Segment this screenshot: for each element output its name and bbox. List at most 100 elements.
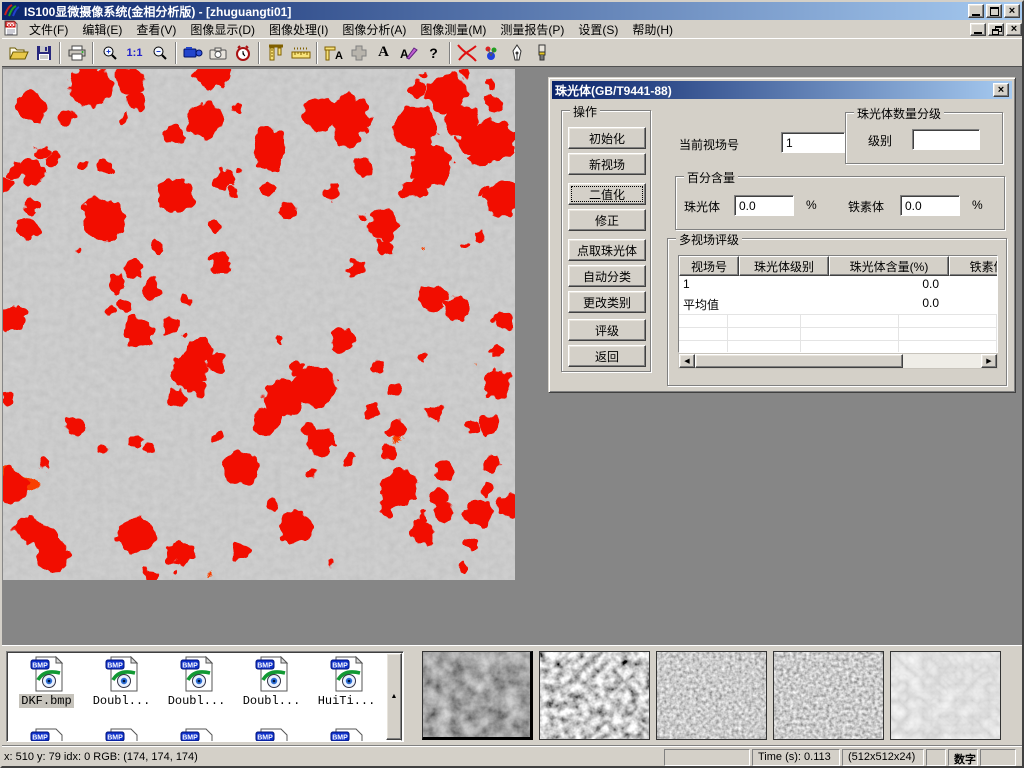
- file-name[interactable]: Doubl...: [241, 694, 303, 708]
- file-name[interactable]: Doubl...: [91, 694, 153, 708]
- help-button[interactable]: ?: [421, 41, 446, 65]
- auto-classify-button[interactable]: 自动分类: [568, 265, 646, 287]
- video-capture-button[interactable]: [180, 41, 205, 65]
- toolbar-separator: [449, 42, 451, 64]
- zoom-out-button[interactable]: [147, 41, 172, 65]
- text-button[interactable]: A: [371, 41, 396, 65]
- menu-settings[interactable]: 设置(S): [571, 19, 625, 40]
- cursor-position-readout: x: 510 y: 79 idx: 0 RGB: (174, 174, 174): [0, 751, 662, 763]
- menu-measure-report[interactable]: 测量报告(P): [493, 19, 571, 40]
- new-field-button[interactable]: 新视场: [568, 153, 646, 175]
- table-row[interactable]: 平均值 0.0: [679, 295, 997, 314]
- scroll-right-button[interactable]: ▶: [981, 354, 997, 368]
- table-empty-row: [679, 327, 997, 340]
- scroll-left-button[interactable]: ◀: [679, 354, 695, 368]
- hscroll-thumb[interactable]: [695, 354, 903, 368]
- maximize-icon: [990, 7, 999, 16]
- document-icon[interactable]: DOC: [4, 20, 18, 39]
- level-input[interactable]: [912, 129, 980, 150]
- menu-image-display[interactable]: 图像显示(D): [183, 19, 262, 40]
- ruler-button[interactable]: [288, 41, 313, 65]
- col-field-no[interactable]: 视场号: [679, 256, 739, 276]
- binarize-button[interactable]: 二值化: [568, 183, 646, 205]
- sample-thumbnail-3[interactable]: [656, 651, 767, 740]
- col-pearlite-content[interactable]: 珠光体含量(%): [829, 256, 949, 276]
- init-button[interactable]: 初始化: [568, 127, 646, 149]
- sample-thumbnail-4[interactable]: [773, 651, 884, 740]
- file-item[interactable]: BMP HuiTi...: [309, 656, 384, 708]
- col-pearlite-level[interactable]: 珠光体级别: [739, 256, 829, 276]
- mdi-restore-button[interactable]: [988, 23, 1004, 36]
- pearlite-percent-input[interactable]: [734, 195, 794, 216]
- menu-file[interactable]: 文件(F): [22, 19, 75, 40]
- annotate-button[interactable]: A: [396, 41, 421, 65]
- print-icon: [68, 45, 86, 61]
- ferrite-percent-input[interactable]: [900, 195, 960, 216]
- return-button[interactable]: 返回: [568, 345, 646, 367]
- file-item[interactable]: BMP: [234, 728, 309, 742]
- grain-curve-button[interactable]: [454, 41, 479, 65]
- camera-capture-button[interactable]: [205, 41, 230, 65]
- menu-image-measure[interactable]: 图像测量(M): [413, 19, 493, 40]
- svg-text:BMP: BMP: [32, 662, 48, 669]
- file-name[interactable]: Doubl...: [166, 694, 228, 708]
- menu-image-analysis[interactable]: 图像分析(A): [335, 19, 413, 40]
- dialog-close-button[interactable]: ×: [993, 83, 1009, 97]
- merge-button[interactable]: [346, 41, 371, 65]
- mdi-window-controls: ×: [968, 23, 1022, 36]
- colored-dots-icon: [483, 45, 501, 61]
- timer-button[interactable]: [230, 41, 255, 65]
- scroll-up-button[interactable]: ▲: [386, 653, 402, 740]
- operations-group-label: 操作: [570, 103, 600, 120]
- svg-text:A: A: [335, 50, 343, 61]
- actual-size-button[interactable]: 1:1: [122, 41, 147, 65]
- file-name[interactable]: HuiTi...: [316, 694, 378, 708]
- file-item[interactable]: BMP: [159, 728, 234, 742]
- dialog-title-bar[interactable]: 珠光体(GB/T9441-88) ×: [552, 81, 1012, 99]
- menu-view[interactable]: 查看(V): [129, 19, 183, 40]
- menu-image-processing[interactable]: 图像处理(I): [262, 19, 335, 40]
- correct-button[interactable]: 修正: [568, 209, 646, 231]
- file-item[interactable]: BMP: [309, 728, 384, 742]
- phase-dots-button[interactable]: [479, 41, 504, 65]
- file-name[interactable]: DKF.bmp: [19, 694, 73, 708]
- menu-edit[interactable]: 编辑(E): [75, 19, 129, 40]
- file-item[interactable]: BMP: [9, 728, 84, 742]
- file-item[interactable]: BMP Doubl...: [159, 656, 234, 708]
- file-item[interactable]: BMP Doubl...: [84, 656, 159, 708]
- menu-help[interactable]: 帮助(H): [625, 19, 680, 40]
- file-item[interactable]: BMP Doubl...: [234, 656, 309, 708]
- print-button[interactable]: [64, 41, 89, 65]
- pick-pearlite-button[interactable]: 点取珠光体: [568, 239, 646, 261]
- file-item[interactable]: BMP: [84, 728, 159, 742]
- file-item[interactable]: BMP DKF.bmp: [9, 656, 84, 708]
- mdi-minimize-button[interactable]: [970, 23, 986, 36]
- zoom-in-button[interactable]: [97, 41, 122, 65]
- file-row-clipped: BMP BMP BMP BMP BMP: [9, 728, 384, 742]
- sample-thumbnail-5[interactable]: [890, 651, 1001, 740]
- percent-group-label: 百分含量: [684, 169, 738, 186]
- save-button[interactable]: [31, 41, 56, 65]
- pen-button[interactable]: [504, 41, 529, 65]
- col-ferrite-content[interactable]: 铁素体含量(%): [949, 256, 997, 276]
- grade-button[interactable]: 评级: [568, 319, 646, 341]
- mdi-close-button[interactable]: ×: [1006, 23, 1022, 36]
- vscroll-thumb[interactable]: [386, 740, 402, 742]
- current-field-input[interactable]: [781, 132, 845, 153]
- minimize-button[interactable]: [968, 4, 984, 18]
- micrograph-image[interactable]: [3, 69, 515, 580]
- table-hscrollbar[interactable]: ◀ ▶: [678, 353, 998, 369]
- maximize-button[interactable]: [986, 4, 1002, 18]
- change-class-button[interactable]: 更改类别: [568, 291, 646, 313]
- open-button[interactable]: [6, 41, 31, 65]
- caliper-button[interactable]: [263, 41, 288, 65]
- table-row[interactable]: 1 0.0: [679, 276, 997, 295]
- pearlite-unit: %: [806, 198, 817, 212]
- sample-thumbnail-1[interactable]: [422, 651, 533, 740]
- measure-label-button[interactable]: A: [321, 41, 346, 65]
- close-button[interactable]: ×: [1004, 4, 1020, 18]
- sample-thumbnail-2[interactable]: [539, 651, 650, 740]
- file-list-vscrollbar[interactable]: ▲ ▼: [386, 653, 402, 740]
- rating-table: 视场号 珠光体级别 珠光体含量(%) 铁素体含量(%) 1 0.0 平均值: [678, 255, 998, 353]
- brush-button[interactable]: [529, 41, 554, 65]
